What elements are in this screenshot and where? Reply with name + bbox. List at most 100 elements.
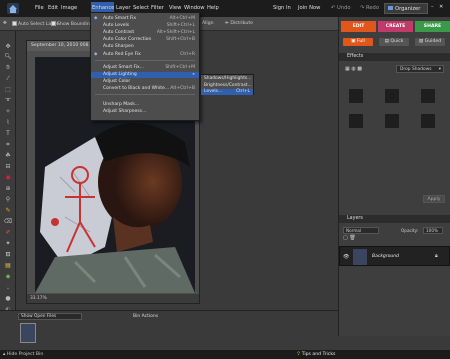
red-eye-tool-icon[interactable]: ◉ — [3, 174, 13, 182]
effect-thumbnail[interactable] — [385, 114, 399, 128]
delete-layer-icon[interactable]: 🗑︎ — [349, 235, 355, 241]
show-open-files-dropdown[interactable]: Show Open Files — [18, 313, 82, 320]
photo-effects-icon[interactable]: ▩ — [357, 66, 362, 72]
straighten-tool-icon[interactable]: ⊟ — [3, 163, 13, 171]
align-button[interactable]: Align — [202, 21, 214, 26]
mode-full-button[interactable]: ▣ Full — [343, 38, 373, 46]
zoom-level[interactable]: 33.17% — [27, 294, 199, 303]
enhance-menu-item[interactable]: Auto Smart Fix Alt+Ctrl+M ◆ — [91, 16, 199, 22]
enhance-menu-item[interactable]: Adjust Sharpness... — [91, 109, 199, 115]
pencil-tool-icon[interactable]: ✎ — [3, 207, 13, 215]
type-tool-icon[interactable]: T — [3, 130, 13, 138]
menu-filter[interactable]: Filter — [151, 5, 164, 11]
mode-guided-button[interactable]: ▧ Guided — [415, 38, 445, 46]
undo-button[interactable]: ↶ Undo — [331, 5, 351, 11]
checkbox-icon — [51, 21, 56, 26]
layer-row-background[interactable]: 👁︎ Background 🔒︎ — [339, 246, 450, 266]
hide-project-bin-button[interactable]: ▴ Hide Project Bin — [3, 350, 43, 359]
undo-label: Undo — [337, 5, 351, 11]
join-now-link[interactable]: Join Now — [298, 5, 320, 11]
redo-label: Redo — [366, 5, 380, 11]
opacity-field[interactable]: 100% — [423, 227, 443, 234]
enhance-menu-item[interactable]: Auto Color Correction Shift+Ctrl+B — [91, 37, 199, 43]
menu-help[interactable]: Help — [207, 5, 219, 11]
menu-item-label: Adjust Color — [103, 79, 131, 84]
gradient-tool-icon[interactable]: ▤ — [3, 262, 13, 270]
blur-tool-icon[interactable]: 💧︎ — [3, 284, 13, 292]
menu-view[interactable]: View — [169, 5, 181, 11]
checkbox-icon — [12, 21, 17, 26]
menu-layer[interactable]: Layer — [116, 5, 130, 11]
apply-button[interactable]: Apply — [423, 195, 445, 203]
clone-stamp-tool-icon[interactable]: ⚲ — [3, 196, 13, 204]
menu-window[interactable]: Window — [184, 5, 204, 11]
eyedropper-tool-icon[interactable]: ⁄ — [3, 75, 13, 83]
sign-in-link[interactable]: Sign In — [273, 5, 291, 11]
effects-category-dropdown[interactable]: Drop Shadows ▾ — [396, 65, 444, 73]
home-icon[interactable] — [7, 3, 19, 14]
menu-select[interactable]: Select — [133, 5, 149, 11]
effect-thumbnail[interactable] — [421, 114, 435, 128]
blend-mode-dropdown[interactable]: Normal — [343, 227, 379, 234]
enhance-menu-item[interactable]: Adjust Color — [91, 79, 199, 85]
eye-icon[interactable]: 👁︎ — [343, 254, 349, 260]
close-icon[interactable]: ✕ — [439, 4, 443, 10]
enhance-menu-item[interactable]: Auto Contrast Alt+Shift+Ctrl+L — [91, 30, 199, 36]
enhance-menu-item[interactable]: Auto Levels Shift+Ctrl+L — [91, 23, 199, 29]
effect-thumbnail[interactable] — [385, 89, 399, 103]
crop-tool-icon[interactable]: ⌗ — [3, 141, 13, 149]
tab-share[interactable]: SHARE — [415, 21, 450, 32]
menu-item-shortcut: Shift+Ctrl+L — [166, 23, 195, 28]
distribute-button[interactable]: ⇹ Distribute — [225, 21, 253, 26]
chevron-down-icon: ▾ — [438, 67, 441, 72]
zoom-tool-icon[interactable]: 🔍︎ — [3, 53, 13, 61]
lasso-tool-icon[interactable]: ➰︎ — [3, 97, 13, 105]
project-bin-thumbnail[interactable] — [20, 323, 36, 343]
organizer-button[interactable]: Organizer — [384, 3, 428, 14]
tips-and-tricks-button[interactable]: 💡︎ Tips and Tricks — [297, 350, 335, 359]
effects-panel-header[interactable]: Effects — [339, 53, 450, 61]
move-tool-icon[interactable]: ✥ — [3, 43, 13, 51]
bin-actions-menu[interactable]: Bin Actions — [133, 314, 158, 319]
brush-tool-icon[interactable]: ✐ — [3, 229, 13, 237]
magic-wand-tool-icon[interactable]: ✧ — [3, 108, 13, 116]
smart-brush-tool-icon[interactable]: ✦ — [3, 240, 13, 248]
enhance-menu-item[interactable]: Convert to Black and White... Alt+Ctrl+B — [91, 86, 199, 92]
paint-bucket-tool-icon[interactable]: ⛾ — [3, 251, 13, 259]
hand-tool-icon[interactable]: ✋︎ — [3, 64, 13, 72]
enhance-menu-item[interactable]: Auto Red Eye Fix Ctrl+R ◆ — [91, 52, 199, 58]
menu-item-label: Auto Levels — [103, 23, 130, 28]
layer-tools: ▢ 🗑︎ — [343, 235, 356, 241]
enhance-menu-item[interactable]: Adjust Smart Fix... Shift+Ctrl+M — [91, 65, 199, 71]
shape-tool-icon[interactable]: ◆ — [3, 273, 13, 281]
tab-create[interactable]: CREATE — [378, 21, 413, 32]
lighting-submenu-item[interactable]: Brightness/Contrast... — [201, 83, 253, 89]
enhance-menu-item[interactable]: Unsharp Mask... — [91, 102, 199, 108]
menu-image[interactable]: Image — [61, 5, 77, 11]
quick-selection-tool-icon[interactable]: ⌇ — [3, 119, 13, 127]
effect-thumbnail[interactable] — [349, 89, 363, 103]
mode-quick-button[interactable]: ▤ Quick — [379, 38, 409, 46]
tab-edit[interactable]: EDIT — [341, 21, 376, 32]
healing-brush-tool-icon[interactable]: ⊕ — [3, 185, 13, 193]
lighting-submenu-item[interactable]: Levels... Ctrl+L — [201, 89, 253, 95]
effect-thumbnail[interactable] — [349, 114, 363, 128]
eraser-tool-icon[interactable]: ⌫ — [3, 218, 13, 226]
project-bin: Show Open Files Bin Actions — [0, 310, 338, 350]
cookie-cutter-tool-icon[interactable]: ☘︎ — [3, 152, 13, 160]
adjust-lighting-submenu: Shadows/Highlights... Brightness/Contrast… — [200, 74, 254, 95]
layers-panel-header[interactable]: Layers — [339, 215, 450, 223]
marquee-tool-icon[interactable]: ⬚ — [3, 86, 13, 94]
sponge-tool-icon[interactable]: ● — [3, 295, 13, 303]
redo-button[interactable]: ↷ Redo — [360, 5, 379, 11]
submenu-arrow-icon: ▸ — [192, 72, 195, 77]
effects-category-icons: ▦ ◍ ▩ — [345, 66, 362, 72]
menu-edit[interactable]: Edit — [48, 5, 58, 11]
effect-thumbnail[interactable] — [421, 89, 435, 103]
lighting-submenu-item[interactable]: Shadows/Highlights... — [201, 76, 253, 82]
lock-icon: 🔒︎ — [435, 253, 438, 259]
enhance-menu-item[interactable]: Auto Sharpen — [91, 44, 199, 50]
enhance-menu-item[interactable]: Adjust Lighting ▸ — [91, 72, 199, 78]
minimize-icon[interactable]: – — [431, 4, 434, 10]
menu-file[interactable]: File — [35, 5, 44, 11]
